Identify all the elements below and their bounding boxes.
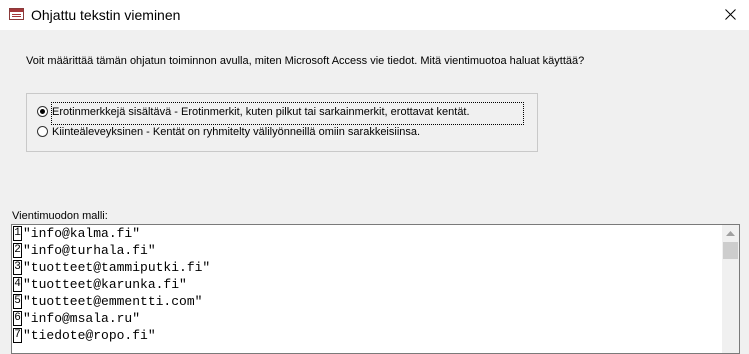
row-value: "info@msala.ru"	[23, 311, 141, 326]
export-preview-box[interactable]: 1 "info@kalma.fi" 2 "info@turhala.fi" 3 …	[11, 224, 740, 354]
row-value: "tiedote@ropo.fi"	[23, 328, 156, 343]
row-number: 5	[13, 294, 22, 309]
row-number: 6	[13, 311, 22, 326]
radio-label-fixed-width: Kiinteäleveyksinen - Kentät on ryhmitelt…	[52, 126, 421, 138]
row-value: "info@kalma.fi"	[23, 226, 141, 241]
row-value: "info@turhala.fi"	[23, 243, 156, 258]
row-number: 1	[13, 226, 22, 241]
scroll-up-button[interactable]	[722, 225, 739, 242]
vertical-scrollbar[interactable]	[722, 225, 739, 353]
radio-button-fixed-width[interactable]	[37, 126, 48, 137]
scroll-thumb[interactable]	[723, 242, 738, 259]
radio-selected-dot	[40, 109, 45, 114]
row-number: 7	[13, 328, 22, 343]
focus-rectangle	[51, 102, 524, 125]
row-number: 2	[13, 243, 22, 258]
row-number: 4	[13, 277, 22, 292]
row-value: "tuotteet@emmentti.com"	[23, 294, 203, 309]
scroll-up-arrow-icon	[726, 231, 735, 236]
close-icon	[725, 9, 736, 20]
close-button[interactable]	[712, 0, 749, 30]
window-title: Ohjattu tekstin vieminen	[31, 7, 181, 23]
row-number: 3	[13, 260, 22, 275]
intro-text: Voit määrittää tämän ohjatun toiminnon a…	[26, 55, 585, 67]
radio-button-delimited[interactable]	[37, 106, 48, 117]
row-value: "tuotteet@tammiputki.fi"	[23, 260, 211, 275]
title-bar: Ohjattu tekstin vieminen	[0, 0, 749, 30]
access-form-icon	[9, 8, 24, 20]
row-value: "tuotteet@karunka.fi"	[23, 277, 187, 292]
preview-label: Vientimuodon malli:	[12, 210, 108, 222]
